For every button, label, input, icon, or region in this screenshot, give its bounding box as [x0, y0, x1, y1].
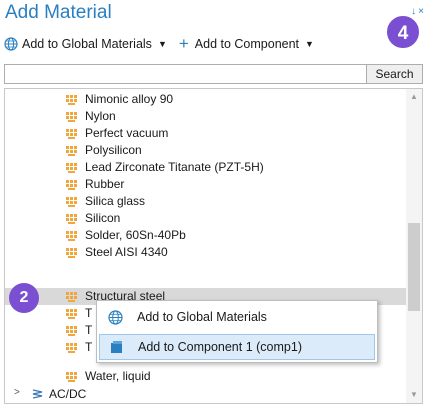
tree-item[interactable]: Steel AISI 4340 [5, 244, 407, 261]
material-icon [66, 197, 77, 207]
add-to-component-label: Add to Component [194, 37, 300, 51]
material-icon [66, 248, 77, 258]
chevron-down-icon: ▼ [305, 39, 314, 49]
chevron-down-icon: ▼ [157, 39, 167, 49]
component-icon [111, 341, 122, 353]
tree-item[interactable]: Perfect vacuum [5, 125, 407, 142]
tree-item[interactable]: Silicon [5, 210, 407, 227]
toolbar: Add to Global Materials ▼ + Add to Compo… [4, 34, 314, 53]
tree-item-label: Steel AISI 4340 [85, 245, 168, 259]
scroll-down-icon[interactable]: ▼ [406, 387, 422, 403]
tree-item-label: T [85, 323, 93, 337]
add-to-component-button[interactable]: + Add to Component ▼ [178, 34, 314, 53]
search-button[interactable]: Search [367, 64, 423, 84]
add-to-global-materials-label: Add to Global Materials [22, 37, 152, 51]
material-icon [66, 372, 77, 382]
tree-item[interactable]: Lead Zirconate Titanate (PZT-5H) [5, 159, 407, 176]
tree-category-label: AC/DC [49, 387, 87, 401]
material-icon [66, 112, 77, 122]
search-input[interactable] [4, 64, 367, 84]
tree-item-label: Lead Zirconate Titanate (PZT-5H) [85, 160, 264, 174]
material-icon [66, 309, 77, 319]
material-icon [66, 231, 77, 241]
step-badge-4: 4 [385, 14, 421, 50]
context-menu-item-add-global[interactable]: Add to Global Materials [99, 305, 375, 331]
pin-icon[interactable]: ↓ [411, 6, 416, 17]
tree-item-label: T [85, 340, 93, 354]
tree-item-label: Silicon [85, 211, 121, 225]
globe-icon [4, 37, 18, 51]
window-title: Add Material [5, 2, 112, 23]
tree-item[interactable]: Nimonic alloy 90 [5, 91, 407, 108]
tree-item-label: T [85, 306, 93, 320]
material-icon [66, 146, 77, 156]
add-to-global-materials-button[interactable]: Add to Global Materials ▼ [4, 37, 167, 51]
tree-item-label: Nylon [85, 109, 116, 123]
tree-item-label: Rubber [85, 177, 125, 191]
material-icon [66, 180, 77, 190]
context-menu-item-add-component[interactable]: Add to Component 1 (comp1) [99, 334, 375, 360]
material-icon [66, 343, 77, 353]
tree-item[interactable]: Rubber [5, 176, 407, 193]
tree-item[interactable]: Silica glass [5, 193, 407, 210]
expand-arrow-icon[interactable]: > [14, 387, 20, 398]
tree-item[interactable]: Nylon [5, 108, 407, 125]
context-menu-item-label: Add to Global Materials [137, 310, 267, 324]
context-menu: Add to Global Materials Add to Component… [96, 300, 378, 363]
tree-item-label: Water, liquid [85, 369, 151, 383]
material-icon [66, 129, 77, 139]
tree-item-label: Perfect vacuum [85, 126, 169, 140]
material-icon [66, 292, 77, 302]
tree-item[interactable]: Solder, 60Sn-40Pb [5, 227, 407, 244]
tree-item[interactable]: Water, liquid [5, 368, 407, 385]
vertical-scrollbar[interactable]: ▲ ▼ [406, 89, 422, 403]
acdc-module-icon [32, 389, 43, 399]
scroll-up-icon[interactable]: ▲ [406, 89, 422, 105]
context-menu-item-label: Add to Component 1 (comp1) [138, 340, 302, 354]
tree-item-label: Polysilicon [85, 143, 142, 157]
tree-item-label: Nimonic alloy 90 [85, 92, 174, 106]
step-badge-2: 2 [9, 283, 39, 313]
tree-item[interactable]: Polysilicon [5, 142, 407, 159]
window-controls: ↓ × [411, 6, 424, 17]
material-icon [66, 326, 77, 336]
material-icon [66, 163, 77, 173]
search-row: Search [4, 64, 423, 84]
scroll-thumb[interactable] [408, 223, 420, 311]
close-icon[interactable]: × [418, 6, 424, 17]
tree-item-label: Solder, 60Sn-40Pb [85, 228, 186, 242]
plus-icon: + [178, 34, 189, 53]
tree-category[interactable]: > AC/DC [5, 386, 407, 403]
globe-icon [108, 310, 123, 325]
material-icon [66, 95, 77, 105]
material-icon [66, 214, 77, 224]
tree-item-label: Silica glass [85, 194, 146, 208]
